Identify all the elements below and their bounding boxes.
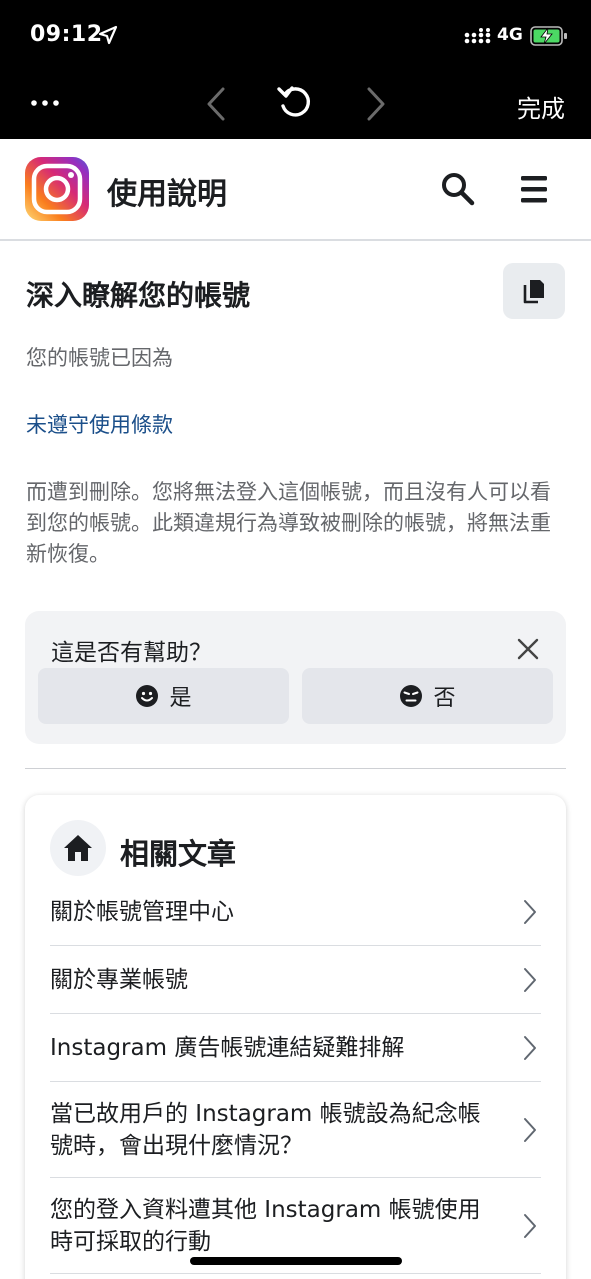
related-article-label: 當已故用戶的 Instagram 帳號設為紀念帳號時，會出現什麼情況？	[50, 1100, 481, 1159]
hamburger-menu-icon[interactable]	[519, 173, 549, 205]
copy-link-button[interactable]	[503, 263, 565, 319]
close-icon[interactable]	[516, 637, 540, 661]
feedback-yes-label: 是	[169, 686, 192, 711]
feedback-yes-button[interactable]: 是	[38, 668, 289, 724]
related-article-label: 關於帳號管理中心	[50, 898, 234, 925]
location-arrow-icon	[98, 25, 118, 45]
related-article-label: Instagram 廣告帳號連結疑難排解	[50, 1034, 405, 1061]
done-button[interactable]: 完成	[517, 89, 565, 124]
reload-icon[interactable]	[276, 84, 314, 122]
home-icon-badge	[50, 820, 106, 876]
search-icon[interactable]	[440, 171, 476, 207]
related-articles-card: 相關文章 關於帳號管理中心 關於專業帳號 Instagram 廣告帳號連結疑難排…	[25, 795, 566, 1279]
more-options-icon[interactable]	[30, 90, 60, 116]
feedback-no-button[interactable]: 否	[302, 668, 553, 724]
chevron-right-icon	[524, 899, 536, 924]
chevron-right-icon	[524, 1035, 536, 1060]
chevron-right-icon	[524, 1213, 536, 1238]
browser-chrome: 09:12 4G 完成	[0, 0, 591, 139]
back-arrow-icon[interactable]	[203, 86, 229, 122]
terms-of-use-link[interactable]: 未遵守使用條款	[26, 409, 173, 439]
chevron-right-icon	[524, 967, 536, 992]
related-article-item[interactable]: 關於帳號管理中心	[50, 878, 541, 946]
section-divider	[25, 768, 566, 769]
related-articles-title: 相關文章	[120, 837, 237, 871]
related-articles-list: 關於帳號管理中心 關於專業帳號 Instagram 廣告帳號連結疑難排解 當已故…	[50, 878, 541, 1274]
related-article-label: 關於專業帳號	[50, 966, 188, 993]
sad-face-icon	[400, 685, 423, 707]
feedback-question: 這是否有幫助？	[51, 640, 212, 666]
chevron-right-icon	[524, 1117, 536, 1142]
article-intro: 您的帳號已因為	[26, 346, 173, 370]
related-article-item[interactable]: 關於專業帳號	[50, 946, 541, 1014]
article-body: 而遭到刪除。您將無法登入這個帳號，而且沒有人可以看到您的帳號。此類違規行為導致被…	[26, 480, 551, 566]
status-time: 09:12	[30, 22, 103, 47]
feedback-no-label: 否	[433, 686, 456, 711]
forward-arrow-icon[interactable]	[363, 86, 389, 122]
article-title: 深入瞭解您的帳號	[26, 279, 251, 312]
help-center-header: 使用說明	[0, 139, 591, 241]
happy-face-icon	[136, 685, 159, 707]
related-article-item[interactable]: Instagram 廣告帳號連結疑難排解	[50, 1014, 541, 1082]
signal-icon	[464, 28, 491, 44]
copy-icon	[523, 280, 544, 304]
feedback-card: 這是否有幫助？ 是 否	[25, 611, 566, 744]
related-article-label: 您的登入資料遭其他 Instagram 帳號使用時可採取的行動	[50, 1196, 481, 1255]
related-article-item[interactable]: 當已故用戶的 Instagram 帳號設為紀念帳號時，會出現什麼情況？	[50, 1082, 541, 1178]
instagram-logo-icon[interactable]	[25, 157, 89, 221]
network-type: 4G	[497, 25, 523, 45]
battery-charging-icon	[530, 26, 567, 46]
page-title: 使用說明	[107, 177, 227, 212]
home-indicator[interactable]	[190, 1257, 402, 1265]
home-icon	[64, 835, 92, 861]
